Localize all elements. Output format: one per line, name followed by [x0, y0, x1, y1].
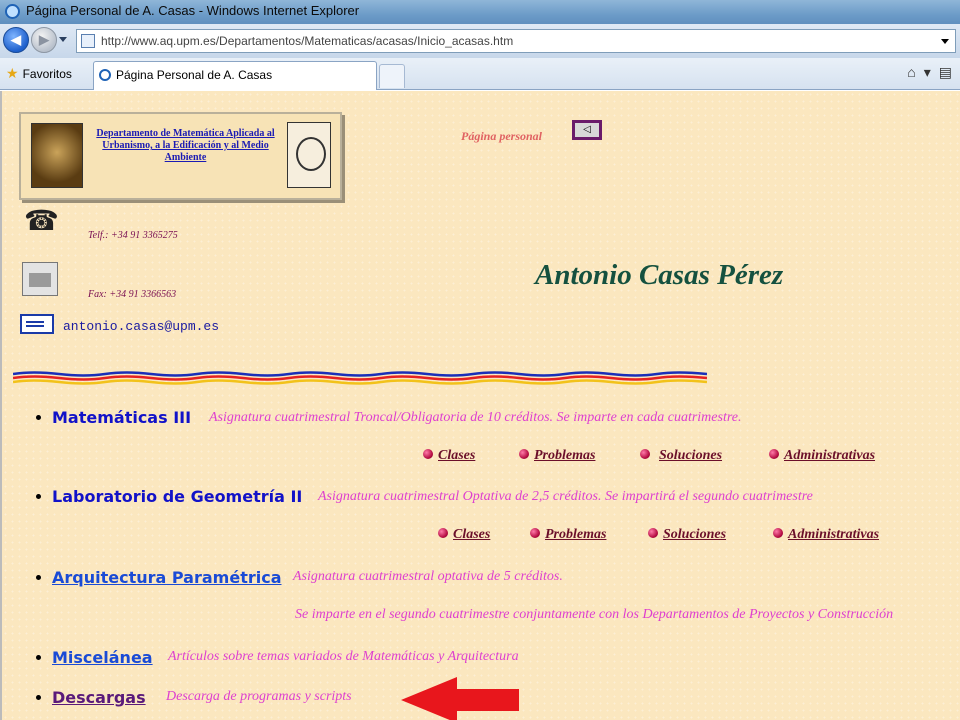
toolbar-right: ⌂ ▾ ▤	[899, 64, 952, 81]
link-problemas[interactable]: Problemas	[534, 448, 595, 464]
bullet-dot-icon	[423, 449, 433, 459]
arrow-left-icon: ◀	[11, 32, 21, 47]
url-text: http://www.aq.upm.es/Departamentos/Matem…	[101, 34, 514, 48]
link-administrativas[interactable]: Administrativas	[784, 448, 875, 464]
link-administrativas[interactable]: Administrativas	[788, 527, 879, 543]
forward-button[interactable]: ▶	[31, 27, 57, 53]
course-description: Asignatura cuatrimestral Troncal/Obligat…	[209, 410, 742, 425]
tab-bar: ★ Favoritos Página Personal de A. Casas ⌂…	[0, 58, 960, 90]
fax-text: Fax: +34 91 3366563	[88, 289, 177, 300]
link-clases[interactable]: Clases	[453, 527, 490, 543]
favorites-button[interactable]: ★ Favoritos	[6, 65, 72, 82]
bullet-icon	[36, 695, 41, 700]
bullet-dot-icon	[519, 449, 529, 459]
course-title[interactable]: Descargas	[52, 688, 146, 707]
owner-name: Antonio Casas Pérez	[535, 259, 784, 291]
tab-label: Página Personal de A. Casas	[116, 68, 273, 82]
ie-logo-icon	[5, 4, 20, 19]
tab-active[interactable]: Página Personal de A. Casas	[93, 61, 377, 90]
bullet-dot-icon	[648, 528, 658, 538]
history-dropdown-icon[interactable]	[59, 37, 67, 42]
home-icon[interactable]: ⌂	[907, 64, 915, 80]
school-crest-icon	[287, 122, 331, 188]
bullet-dot-icon	[438, 528, 448, 538]
course-description-continued: Se imparte en el segundo cuatrimestre co…	[295, 607, 894, 622]
personal-page-label: Página personal	[461, 129, 543, 143]
course-title[interactable]: Arquitectura Paramétrica	[52, 568, 282, 587]
arrow-right-icon: ▶	[39, 32, 49, 47]
bullet-icon	[36, 655, 41, 660]
page-icon	[81, 34, 95, 48]
link-clases[interactable]: Clases	[438, 448, 475, 464]
red-arrow-icon	[401, 677, 519, 720]
link-soluciones[interactable]: Soluciones	[663, 527, 726, 543]
bullet-dot-icon	[530, 528, 540, 538]
course-description: Asignatura cuatrimestral Optativa de 2,5…	[318, 489, 813, 504]
course-description: Asignatura cuatrimestral optativa de 5 c…	[293, 569, 563, 584]
new-tab-button[interactable]	[379, 64, 405, 88]
window-title: Página Personal de A. Casas - Windows In…	[26, 3, 360, 18]
telephone-text: Telf.: +34 91 3365275	[88, 230, 178, 241]
course-title[interactable]: Miscelánea	[52, 648, 153, 667]
department-link[interactable]: Departamento de Matemática Aplicada al U…	[93, 128, 278, 164]
department-banner: Departamento de Matemática Aplicada al U…	[19, 112, 342, 200]
bullet-dot-icon	[769, 449, 779, 459]
email-link[interactable]: antonio.casas@upm.es	[63, 319, 219, 334]
star-icon: ★	[6, 65, 19, 81]
bullet-icon	[36, 575, 41, 580]
telephone-icon: ☎	[24, 205, 59, 236]
favorites-label: Favoritos	[22, 67, 72, 81]
email-icon[interactable]	[20, 314, 54, 334]
address-bar: ◀ ▶ http://www.aq.upm.es/Departamentos/M…	[0, 24, 960, 58]
bullet-icon	[36, 494, 41, 499]
page-content: Departamento de Matemática Aplicada al U…	[0, 91, 960, 720]
bullet-icon	[36, 415, 41, 420]
bullet-dot-icon	[640, 449, 650, 459]
chevron-down-icon[interactable]: ▾	[924, 64, 931, 80]
title-bar: Página Personal de A. Casas - Windows In…	[0, 0, 960, 24]
course-description: Artículos sobre temas variados de Matemá…	[168, 649, 519, 664]
university-seal-icon	[31, 123, 83, 188]
course-description: Descarga de programas y scripts	[166, 689, 352, 704]
link-problemas[interactable]: Problemas	[545, 527, 606, 543]
back-nav-button[interactable]: ◁	[572, 120, 602, 140]
decorative-wave-divider	[13, 371, 707, 385]
url-dropdown-icon[interactable]	[941, 39, 949, 44]
fax-icon	[22, 262, 58, 296]
feed-icon[interactable]: ▤	[939, 64, 952, 80]
url-input[interactable]: http://www.aq.upm.es/Departamentos/Matem…	[76, 29, 956, 53]
back-button[interactable]: ◀	[3, 27, 29, 53]
course-title[interactable]: Matemáticas III	[52, 408, 191, 427]
link-soluciones[interactable]: Soluciones	[659, 448, 722, 464]
ie-tab-icon	[99, 69, 111, 81]
bullet-dot-icon	[773, 528, 783, 538]
course-title[interactable]: Laboratorio de Geometría II	[52, 487, 302, 506]
